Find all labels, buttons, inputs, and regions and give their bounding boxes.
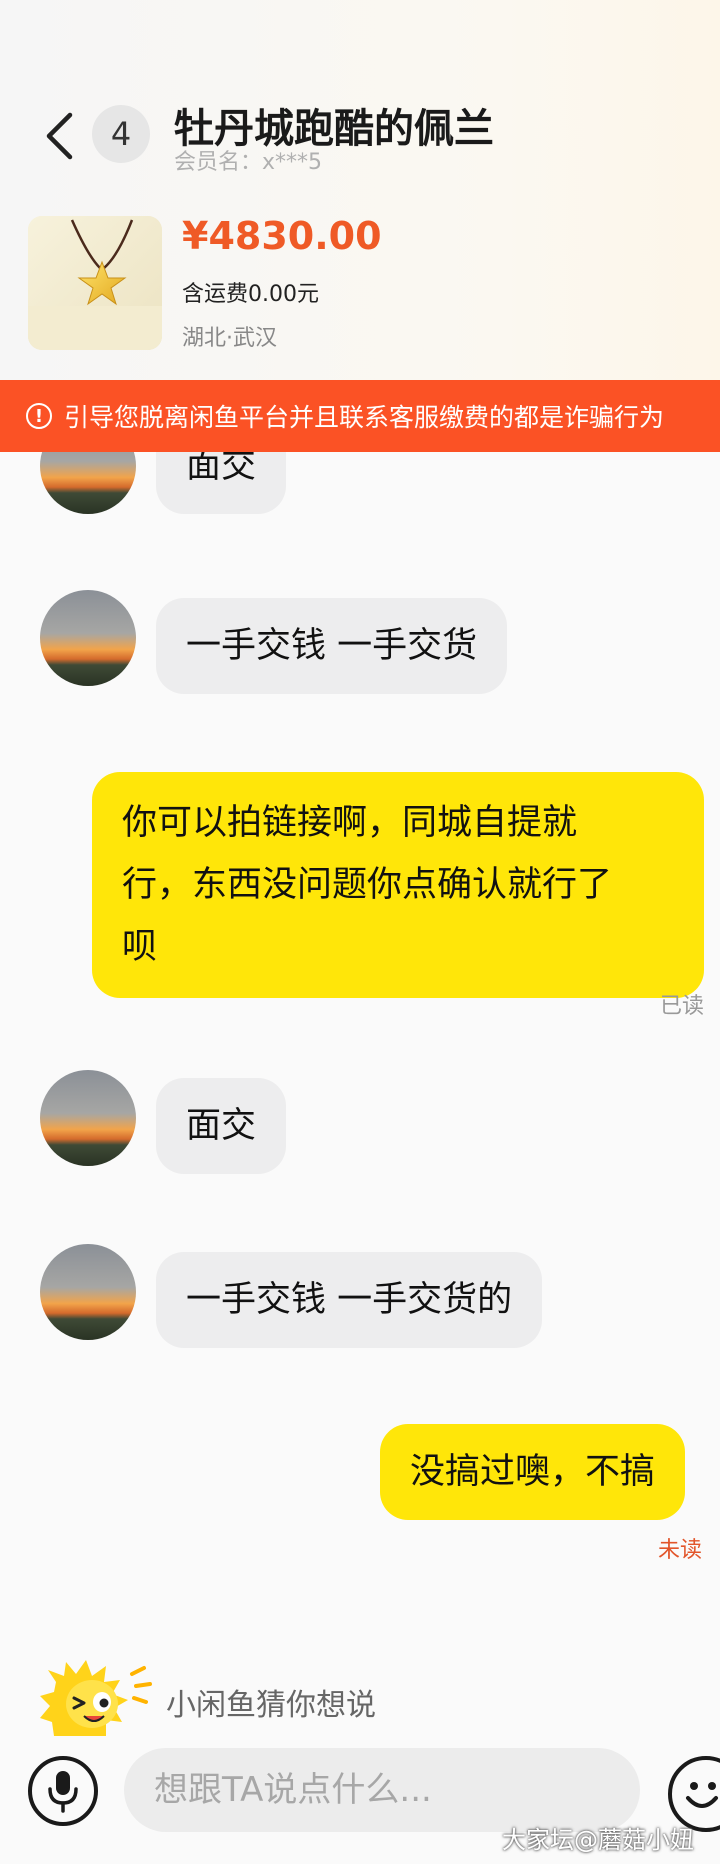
incoming-message-bubble[interactable]: 一手交钱 一手交货的 [156, 1252, 543, 1348]
member-label: 会员名： [174, 150, 263, 175]
warning-text: 引导您脱离闲鱼平台并且联系客服缴费的都是诈骗行为 [64, 403, 665, 432]
sunset-landscape-image [40, 1070, 136, 1166]
product-thumbnail[interactable] [28, 216, 162, 350]
gold-star-pendant-image [28, 216, 162, 350]
contact-avatar[interactable] [40, 590, 136, 686]
outgoing-message-bubble[interactable]: 你可以拍链接啊，同城自提就 行，东西没问题你点确认就行了 呗 [92, 772, 704, 998]
product-location: 湖北·武汉 [182, 326, 277, 351]
back-button[interactable] [34, 100, 84, 172]
contact-avatar[interactable] [40, 1070, 136, 1166]
chat-header: 4 牡丹城跑酷的佩兰 会员名：x***5 ¥4830.00 含运费0.00元 湖… [0, 0, 720, 380]
message-text: 一手交钱 一手交货的 [186, 1280, 513, 1320]
contact-avatar[interactable] [40, 1244, 136, 1340]
sunset-landscape-image [40, 590, 136, 686]
message-text-line: 行，东西没问题你点确认就行了 [122, 865, 613, 905]
exclamation-circle-icon: ! [26, 403, 52, 429]
incoming-message-bubble[interactable]: 一手交钱 一手交货 [156, 598, 508, 694]
shipping-info: 含运费0.00元 [182, 282, 319, 307]
member-id: x***5 [262, 150, 323, 175]
suggestion-label: 小闲鱼猜你想说 [166, 1688, 376, 1723]
message-text: 没搞过噢，不搞 [410, 1452, 656, 1492]
incoming-message-bubble[interactable]: 面交 [156, 1078, 287, 1174]
chevron-left-icon [46, 112, 73, 160]
microphone-icon [48, 1771, 78, 1813]
message-text: 面交 [186, 1106, 257, 1146]
unread-receipt: 未读 [658, 1538, 703, 1563]
smiley-face-icon [686, 1782, 718, 1808]
message-text-line: 你可以拍链接啊，同城自提就 [122, 803, 578, 843]
voice-input-button[interactable] [28, 1756, 98, 1826]
xianyu-mascot-icon [40, 1660, 152, 1736]
read-receipt: 已读 [660, 994, 705, 1019]
watermark: 大家坛@蘑菇小妞 [502, 1826, 694, 1854]
smart-suggestion-row[interactable]: 小闲鱼猜你想说 [36, 1652, 436, 1742]
outgoing-message-bubble[interactable]: 没搞过噢，不搞 [380, 1424, 686, 1520]
message-text: 一手交钱 一手交货 [186, 626, 478, 666]
message-text-line: 呗 [122, 927, 158, 967]
product-price: ¥4830.00 [182, 214, 382, 258]
unread-count-badge[interactable]: 4 [92, 105, 150, 163]
sunset-landscape-image [40, 1244, 136, 1340]
member-name-line: 会员名：x***5 [174, 144, 322, 176]
fraud-warning-banner: ! 引导您脱离闲鱼平台并且联系客服缴费的都是诈骗行为 [0, 380, 720, 452]
